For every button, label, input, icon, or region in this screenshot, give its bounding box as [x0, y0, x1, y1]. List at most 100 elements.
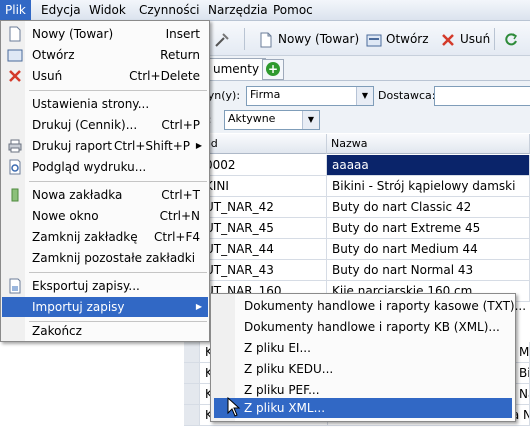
- menu-item-label: Zamknij zakładkę: [32, 230, 138, 244]
- mouse-cursor-icon: [227, 397, 241, 417]
- menu-edycja[interactable]: Edycja: [36, 0, 86, 20]
- table-cell-name[interactable]: Buty do nart Classic 42: [327, 197, 530, 218]
- type-filter-combo[interactable]: Firma ▼: [246, 86, 374, 106]
- delete-x-icon: [442, 33, 454, 46]
- new-document-icon: [260, 32, 272, 47]
- menu-item-delete[interactable]: Usuń Ctrl+Delete: [2, 66, 208, 86]
- table-cell-name[interactable]: Bikini - Strój kąpielowy damski: [327, 176, 530, 197]
- menu-separator: [29, 181, 207, 182]
- submenu-item-label: Dokumenty handlowe i raporty KB (XML)...: [244, 320, 500, 334]
- submenu-item-import-kb-xml[interactable]: Dokumenty handlowe i raporty KB (XML)...: [214, 317, 512, 337]
- submenu-arrow-icon: ▶: [195, 141, 202, 150]
- menu-separator: [29, 272, 207, 273]
- menu-item-label: Importuj zapisy: [32, 300, 125, 314]
- menu-item-export[interactable]: Eksportuj zapisy...: [2, 276, 208, 296]
- open-button[interactable]: Otwórz: [366, 29, 429, 49]
- delete-button-label: Usuń: [460, 32, 491, 46]
- table-cell-name[interactable]: Bie: [514, 363, 530, 384]
- menu-item-import[interactable]: Importuj zapisy ▶: [2, 297, 208, 317]
- table-cell-code[interactable]: UT_NAR_44: [200, 239, 327, 260]
- menu-item-new-window[interactable]: Nowe okno Ctrl+N: [2, 206, 208, 226]
- menu-item-shortcut: Insert: [165, 27, 200, 41]
- menu-item-exit[interactable]: Zakończ: [2, 321, 208, 341]
- submenu-item-import-pef[interactable]: Z pliku PEF...: [214, 380, 512, 400]
- menu-plik[interactable]: Plik: [0, 0, 31, 20]
- table-cell-name[interactable]: Buty do nart Extreme 45: [327, 218, 530, 239]
- menu-item-new[interactable]: Nowy (Towar) Insert: [2, 24, 208, 44]
- table-cell-code[interactable]: 0002: [200, 155, 327, 176]
- submenu-item-label: Z pliku KEDU...: [244, 362, 334, 376]
- menu-item-label: Eksportuj zapisy...: [32, 279, 140, 293]
- table-cell-code[interactable]: UT_NAR_45: [200, 218, 327, 239]
- submenu-item-import-ei[interactable]: Z pliku EI...: [214, 338, 512, 358]
- table-cell-name[interactable]: Buty do nart Normal 43: [327, 260, 530, 281]
- chevron-down-icon[interactable]: ▼: [302, 111, 319, 129]
- menu-czynnosci[interactable]: Czynności: [134, 0, 205, 20]
- menu-item-shortcut: Ctrl+Delete: [129, 69, 200, 83]
- menu-item-shortcut: Return: [160, 48, 200, 62]
- menu-item-close-other-tabs[interactable]: Zamknij pozostałe zakładki: [2, 248, 208, 268]
- menu-bar: Plik Edycja Widok Czynności Narzędzia Po…: [0, 0, 530, 21]
- table-cell-code[interactable]: UT_NAR_42: [200, 197, 327, 218]
- menu-narzedzia[interactable]: Narzędzia: [203, 0, 273, 20]
- table-cell-code[interactable]: UT_NAR_43: [200, 260, 327, 281]
- tab-strip: umenty +: [200, 56, 530, 81]
- table-cell-name[interactable]: Mec: [514, 342, 530, 363]
- refresh-icon: [505, 32, 518, 45]
- menu-separator: [29, 90, 207, 91]
- menu-item-shortcut: Ctrl+F4: [154, 230, 200, 244]
- row-selector[interactable]: [184, 363, 200, 384]
- submenu-item-label: Z pliku PEF...: [244, 383, 320, 397]
- submenu-arrow-icon: ▶: [195, 302, 202, 311]
- chevron-down-icon[interactable]: ▼: [356, 87, 373, 105]
- row-selector[interactable]: [184, 405, 200, 426]
- delete-x-icon: [9, 70, 21, 82]
- add-tab-button[interactable]: +: [262, 59, 284, 80]
- export-icon: [9, 278, 21, 294]
- supplier-field[interactable]: [434, 86, 530, 106]
- submenu-item-import-kedu[interactable]: Z pliku KEDU...: [214, 359, 512, 379]
- menu-item-print-preview[interactable]: Podgląd wydruku...: [2, 157, 208, 177]
- new-button[interactable]: Nowy (Towar): [258, 29, 359, 49]
- menu-item-shortcut: Ctrl+T: [161, 188, 200, 202]
- menu-item-close-tab[interactable]: Zamknij zakładkę Ctrl+F4: [2, 227, 208, 247]
- row-selector[interactable]: [184, 384, 200, 405]
- submenu-item-import-xml[interactable]: Z pliku XML...: [214, 398, 512, 418]
- menu-widok[interactable]: Widok: [84, 0, 131, 20]
- printer-icon: [8, 139, 22, 153]
- refresh-button[interactable]: [503, 29, 523, 49]
- menu-item-label: Podgląd wydruku...: [32, 160, 147, 174]
- menu-item-label: Zakończ: [32, 324, 82, 338]
- table-cell-name[interactable]: Nar: [514, 384, 530, 405]
- new-button-label: Nowy (Towar): [278, 32, 360, 46]
- menu-item-label: Zamknij pozostałe zakładki: [32, 251, 196, 265]
- menu-item-page-setup[interactable]: Ustawienia strony...: [2, 94, 208, 114]
- menu-item-shortcut: Ctrl+P: [161, 118, 200, 132]
- status-filter-combo[interactable]: Aktywne ▼: [224, 110, 320, 130]
- tools-icon[interactable]: [214, 29, 234, 49]
- column-header-code[interactable]: od: [200, 134, 327, 154]
- menu-item-print-report[interactable]: Drukuj raport Ctrl+Shift+P ▶: [2, 136, 208, 156]
- menu-item-new-tab[interactable]: Nowa zakładka Ctrl+T: [2, 185, 208, 205]
- menu-item-print-pricelist[interactable]: Drukuj (Cennik)... Ctrl+P: [2, 115, 208, 135]
- menu-item-shortcut: Ctrl+Shift+P: [114, 139, 190, 153]
- open-button-label: Otwórz: [386, 32, 429, 46]
- row-selector[interactable]: [184, 342, 200, 363]
- menu-pomoc[interactable]: Pomoc: [268, 0, 318, 20]
- delete-button[interactable]: Usuń: [440, 29, 490, 49]
- new-tab-icon: [11, 188, 19, 202]
- submenu-item-import-txt[interactable]: Dokumenty handlowe i raporty kasowe (TXT…: [214, 296, 526, 316]
- table-cell-code[interactable]: KINI: [200, 176, 327, 197]
- toolbar-separator: [244, 28, 245, 50]
- menu-item-open[interactable]: Otwórz Return: [2, 45, 208, 65]
- toolbar-separator: [494, 28, 495, 50]
- table-cell-name-selected[interactable]: aaaaa: [327, 155, 530, 176]
- menu-item-shortcut: Ctrl+N: [159, 209, 200, 223]
- column-header-name[interactable]: Nazwa: [327, 134, 530, 154]
- print-preview-icon: [9, 159, 21, 175]
- submenu-item-label: Z pliku EI...: [244, 341, 311, 355]
- menu-item-label: Nowe okno: [32, 209, 99, 223]
- table-cell-name[interactable]: Buty do nart Medium 44: [327, 239, 530, 260]
- submenu-item-label: Dokumenty handlowe i raporty kasowe (TXT…: [244, 299, 527, 313]
- open-icon: [7, 49, 23, 62]
